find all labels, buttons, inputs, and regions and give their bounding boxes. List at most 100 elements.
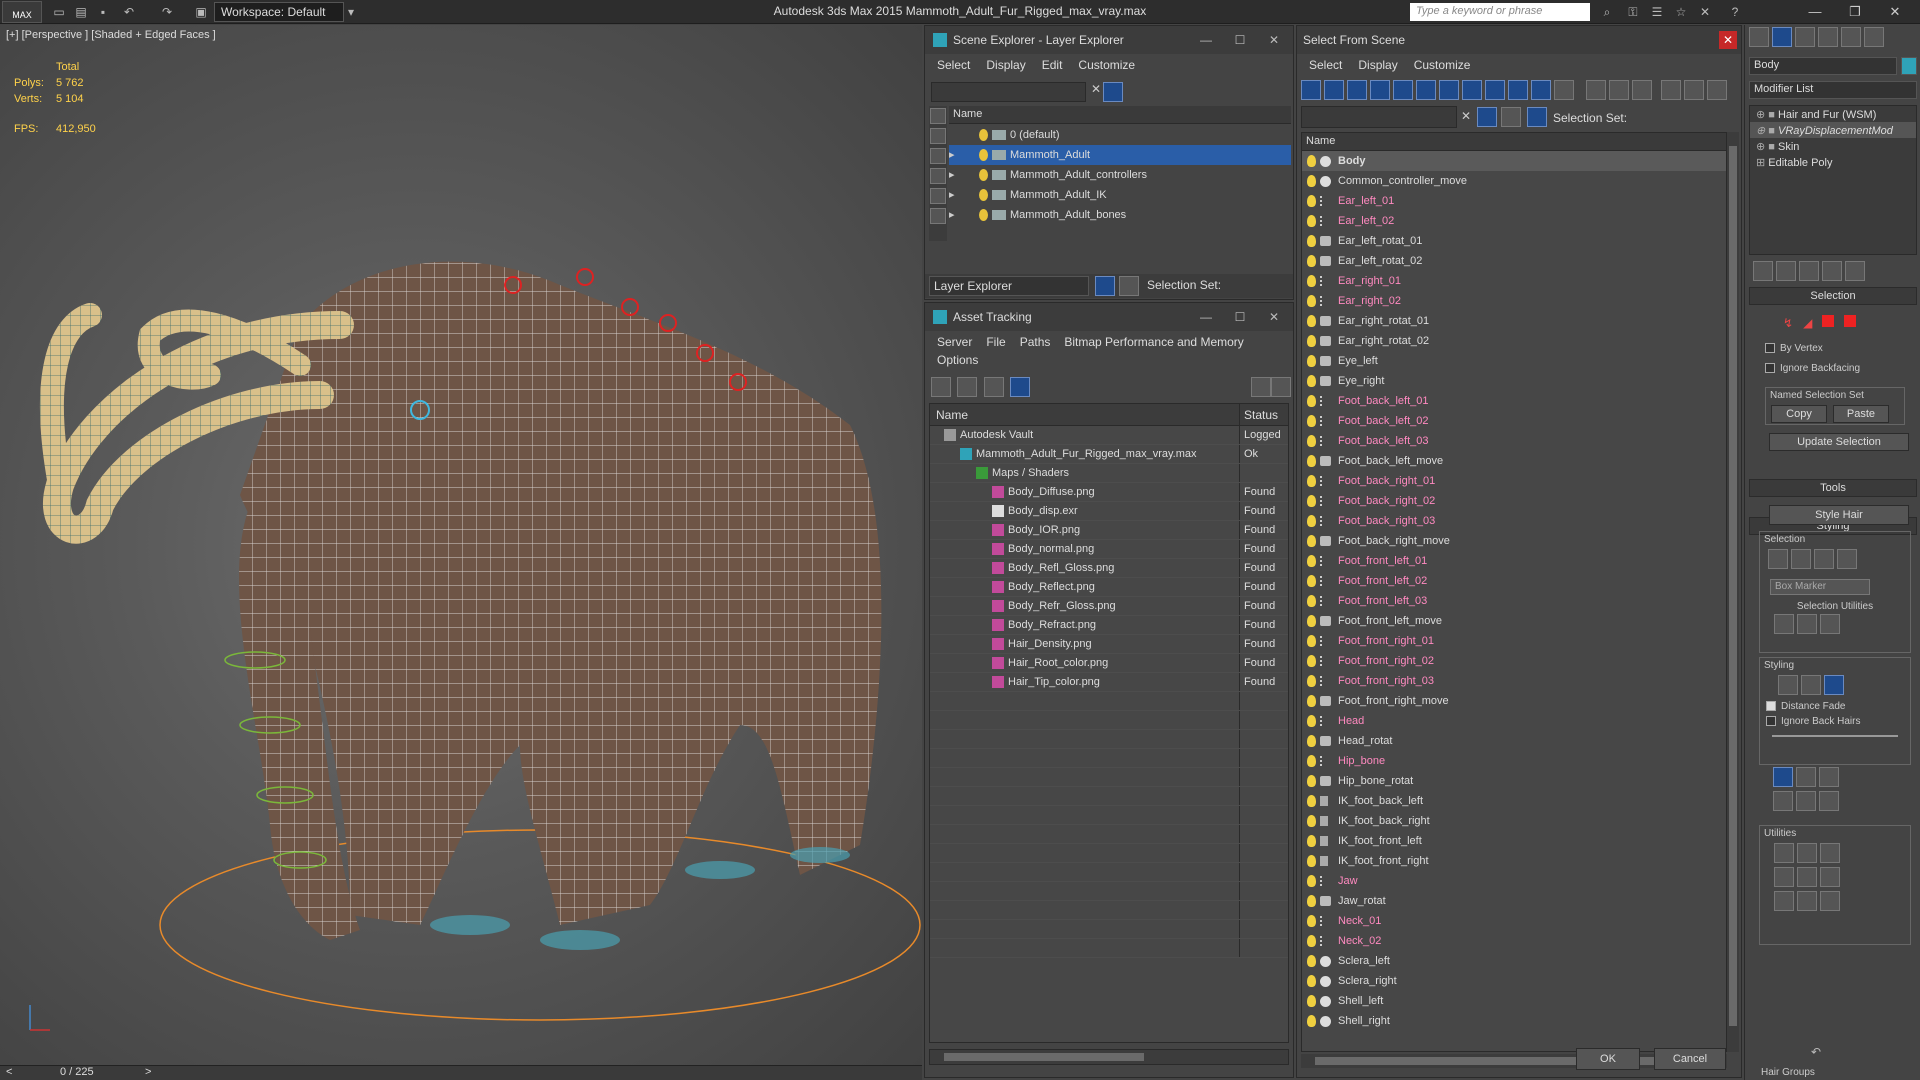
rotate-hair-icon[interactable] — [1796, 791, 1816, 811]
scene-explorer-maximize[interactable]: ☐ — [1231, 31, 1249, 49]
select-from-scene-titlebar[interactable]: Select From Scene ✕ — [1297, 26, 1741, 54]
light-bulb-icon[interactable] — [1307, 875, 1316, 887]
menu-file[interactable]: File — [986, 335, 1005, 349]
modifier-list-dropdown[interactable]: Modifier List — [1749, 81, 1917, 99]
light-bulb-icon[interactable] — [1307, 1015, 1316, 1027]
asset-row[interactable]: Mammoth_Adult_Fur_Rigged_max_vray.max Ok — [930, 445, 1288, 464]
refresh-icon[interactable] — [931, 377, 951, 397]
scene-object-row[interactable]: Ear_left_rotat_02 — [1302, 251, 1726, 271]
light-bulb-icon[interactable] — [1307, 795, 1316, 807]
scene-object-row[interactable]: Ear_left_rotat_01 — [1302, 231, 1726, 251]
help-icon[interactable]: ? — [1726, 3, 1744, 21]
asset-tracking-maximize[interactable]: ☐ — [1231, 308, 1249, 326]
light-bulb-icon[interactable] — [1307, 975, 1316, 987]
brush-size-slider[interactable] — [1772, 735, 1898, 737]
menu-edit[interactable]: Edit — [1042, 58, 1063, 72]
menu-display[interactable]: Display — [986, 58, 1025, 72]
close-button[interactable]: ✕ — [1880, 2, 1910, 22]
display-helpers-icon[interactable] — [930, 188, 946, 204]
scene-object-row[interactable]: Neck_02 — [1302, 931, 1726, 951]
explorer-type-dropdown[interactable]: Layer Explorer — [929, 276, 1089, 296]
spacewarps-filter-icon[interactable] — [1416, 80, 1436, 100]
select-invert-icon[interactable] — [1632, 80, 1653, 100]
options-icon[interactable] — [1707, 80, 1728, 100]
scene-object-row[interactable]: Foot_back_left_02 — [1302, 411, 1726, 431]
element-level-icon[interactable] — [1844, 315, 1857, 327]
scene-object-row[interactable]: Jaw — [1302, 871, 1726, 891]
light-bulb-icon[interactable] — [1307, 935, 1316, 947]
layer-manager-icon[interactable] — [1095, 276, 1115, 296]
light-bulb-icon[interactable] — [1307, 195, 1316, 207]
asset-row[interactable]: Body_Reflect.png Found — [930, 578, 1288, 597]
scene-object-row[interactable]: Jaw_rotat — [1302, 891, 1726, 911]
invert-selection-icon[interactable] — [1774, 614, 1794, 634]
asset-status-header[interactable]: Status — [1240, 404, 1288, 425]
scene-explorer-close[interactable]: ✕ — [1265, 31, 1283, 49]
pin-stack-icon[interactable] — [1753, 261, 1773, 281]
asset-settings-icon[interactable] — [1271, 377, 1291, 397]
display-cameras-icon[interactable] — [930, 168, 946, 184]
configure-sets-icon[interactable] — [1845, 261, 1865, 281]
expand-selection-icon[interactable] — [1820, 614, 1840, 634]
workspace-menu-icon[interactable]: ▾ — [342, 3, 360, 21]
menu-select[interactable]: Select — [1309, 58, 1342, 72]
scene-object-row[interactable]: Ear_right_rotat_02 — [1302, 331, 1726, 351]
light-bulb-icon[interactable] — [1307, 615, 1316, 627]
open-file-icon[interactable]: ▤ — [72, 3, 90, 21]
selection-rollout-header[interactable]: Selection — [1749, 287, 1917, 305]
light-bulb-icon[interactable] — [1307, 575, 1316, 587]
tools-rollout-header[interactable]: Tools — [1749, 479, 1917, 497]
light-bulb-icon[interactable] — [1307, 455, 1316, 467]
hair-cut-icon[interactable] — [1801, 675, 1821, 695]
perspective-viewport[interactable]: [+] [Perspective ] [Shaded + Edged Faces… — [0, 25, 922, 1065]
scene-object-row[interactable]: Foot_front_right_move — [1302, 691, 1726, 711]
display-shapes-icon[interactable] — [930, 128, 946, 144]
list-view-icon[interactable] — [957, 377, 978, 397]
light-bulb-icon[interactable] — [1307, 275, 1316, 287]
funnel-icon[interactable] — [1661, 80, 1682, 100]
asset-row[interactable]: Body_Refl_Gloss.png Found — [930, 559, 1288, 578]
scene-object-row[interactable]: Foot_front_right_03 — [1302, 671, 1726, 691]
scene-object-row[interactable]: Head — [1302, 711, 1726, 731]
scene-object-row[interactable]: Foot_back_left_01 — [1302, 391, 1726, 411]
select-filter-toggle-icon[interactable] — [1477, 107, 1497, 127]
light-bulb-icon[interactable] — [1307, 815, 1316, 827]
key-icon[interactable]: ⚿ — [1624, 3, 1642, 21]
scene-object-row[interactable]: Sclera_left — [1302, 951, 1726, 971]
scene-object-row[interactable]: Foot_front_left_02 — [1302, 571, 1726, 591]
show-end-result-icon[interactable] — [1776, 261, 1796, 281]
workspace-dropdown[interactable]: Workspace: Default — [214, 2, 344, 22]
update-selection-button[interactable]: Update Selection — [1769, 433, 1909, 451]
object-color-swatch[interactable] — [1901, 57, 1917, 75]
light-bulb-icon[interactable] — [1307, 915, 1316, 927]
scene-object-row[interactable]: Foot_front_left_03 — [1302, 591, 1726, 611]
light-bulb-icon[interactable] — [1307, 415, 1316, 427]
scene-object-row[interactable]: IK_foot_front_right — [1302, 851, 1726, 871]
asset-horizontal-scrollbar[interactable] — [929, 1049, 1289, 1065]
create-tab-icon[interactable] — [1749, 27, 1769, 47]
rotate-selection-icon[interactable] — [1797, 614, 1817, 634]
asset-row[interactable]: Hair_Tip_color.png Found — [930, 673, 1288, 692]
asset-row[interactable]: Hair_Density.png Found — [930, 635, 1288, 654]
light-bulb-icon[interactable] — [1307, 535, 1316, 547]
clear-select-search-icon[interactable]: ✕ — [1461, 109, 1471, 123]
utilities-tab-icon[interactable] — [1864, 27, 1884, 47]
light-bulb-icon[interactable] — [1307, 355, 1316, 367]
attenuate-icon[interactable] — [1774, 843, 1794, 863]
restore-button[interactable]: ❐ — [1840, 2, 1870, 22]
menu-paths[interactable]: Paths — [1020, 335, 1051, 349]
display-tab-icon[interactable] — [1841, 27, 1861, 47]
asset-row[interactable]: Body_Refract.png Found — [930, 616, 1288, 635]
pop-selected-icon[interactable] — [1797, 843, 1817, 863]
select-tool-icon[interactable] — [1824, 675, 1844, 695]
scene-object-row[interactable]: Hip_bone — [1302, 751, 1726, 771]
menu-customize[interactable]: Customize — [1414, 58, 1471, 72]
light-bulb-icon[interactable] — [1307, 895, 1316, 907]
redo-icon[interactable]: ↷ — [158, 3, 176, 21]
table-view-icon[interactable] — [1010, 377, 1031, 397]
light-bulb-icon[interactable] — [1307, 435, 1316, 447]
save-file-icon[interactable]: ▪ — [94, 3, 112, 21]
menu-options[interactable]: Options — [925, 353, 1293, 371]
toggle-collisions-icon[interactable] — [1820, 867, 1840, 887]
select-from-scene-close[interactable]: ✕ — [1719, 31, 1737, 49]
